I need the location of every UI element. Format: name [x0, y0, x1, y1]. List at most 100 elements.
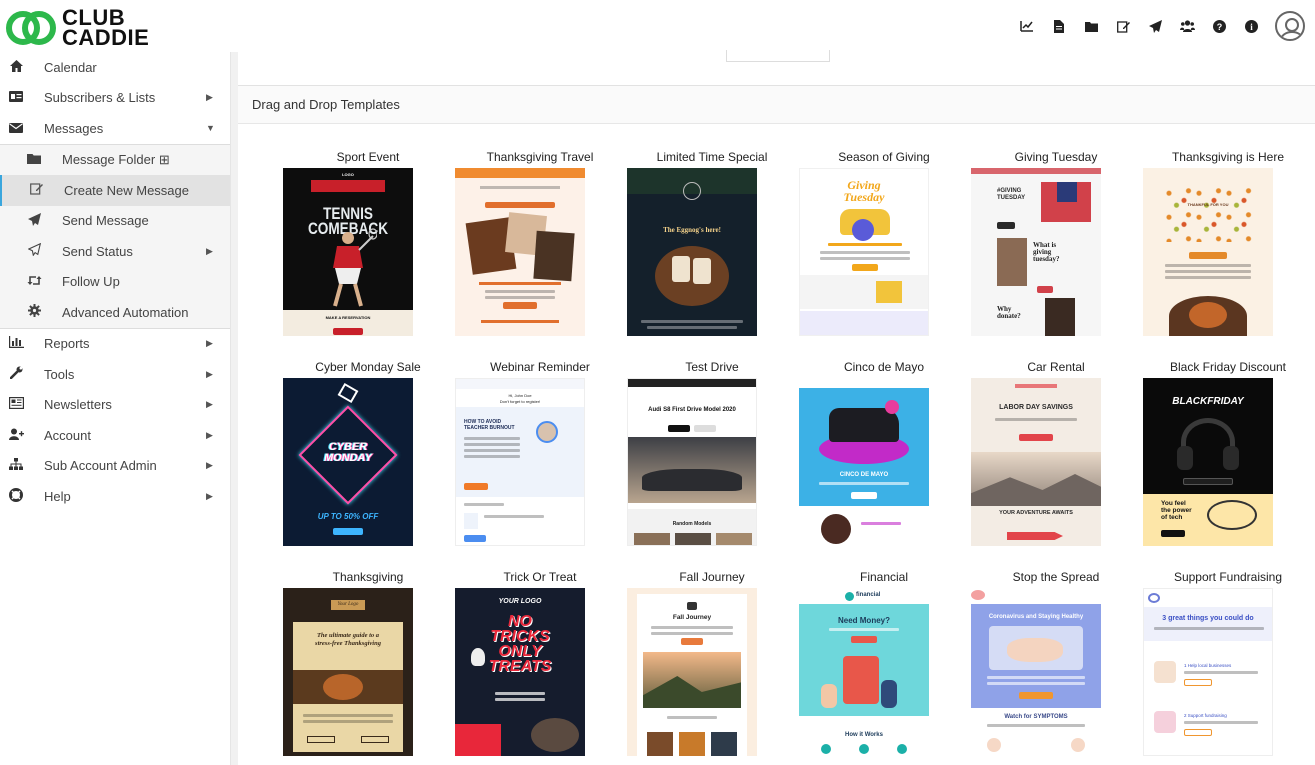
template-title: Webinar Reminder [490, 360, 590, 374]
template-title: Cyber Monday Sale [315, 360, 421, 374]
wrench-icon [8, 366, 24, 382]
send-outline-icon [26, 242, 42, 259]
template-title: Cinco de Mayo [843, 360, 925, 374]
template-thumbnail: financial Need Money? How it Works [799, 588, 929, 756]
chevron-right-icon: ▶ [206, 338, 213, 349]
thumb-subheading: How it Works [845, 732, 883, 738]
sidebar-item-follow-up[interactable]: Follow Up [0, 267, 230, 298]
send-icon[interactable] [1139, 12, 1171, 40]
users-icon[interactable] [1171, 12, 1203, 40]
template-thumbnail: The Eggnog's here! [627, 168, 757, 336]
thumb-subheading: UP TO 50% OFF [317, 512, 379, 521]
chart-icon[interactable] [1011, 12, 1043, 40]
template-card-cyber-monday-sale[interactable]: Cyber Monday Sale CYBER MONDAY UP TO 50%… [282, 358, 454, 554]
template-card-thanksgiving[interactable]: Thanksgiving Your Logo The ultimate guid… [282, 568, 454, 764]
sidebar-item-label: Tools [44, 366, 75, 382]
help-icon[interactable]: ? [1203, 12, 1235, 40]
sidebar-item-messages[interactable]: Messages ▼ [0, 113, 230, 144]
template-card-support-fundraising[interactable]: Support Fundraising 3 great things you c… [1142, 568, 1314, 764]
chevron-right-icon: ▶ [206, 460, 213, 471]
sidebar-item-label: Follow Up [62, 274, 120, 290]
template-grid: Sport Event LOGO TENNIS COMEBACK MAKE A … [282, 148, 1315, 764]
chevron-right-icon: ▶ [206, 368, 213, 379]
thumb-subheading: Watch for SYMPTOMS [1004, 714, 1068, 720]
template-title: Thanksgiving Travel [486, 150, 594, 164]
template-card-fall-journey[interactable]: Fall Journey Fall Journey [626, 568, 798, 764]
template-card-test-drive[interactable]: Test Drive Audi S8 First Drive Model 202… [626, 358, 798, 554]
template-card-giving-tuesday[interactable]: Giving Tuesday #GIVING TUESDAY What is g… [970, 148, 1142, 344]
sidebar-item-message-folder[interactable]: Message Folder ⊞ [0, 145, 230, 176]
logo-rings-icon [6, 11, 56, 45]
sidebar-item-reports[interactable]: Reports ▶ [0, 329, 230, 360]
sidebar-item-label: Message Folder ⊞ [62, 151, 170, 167]
sidebar-item-label: Messages [44, 120, 104, 136]
chevron-right-icon: ▶ [206, 490, 213, 501]
template-thumbnail: Fall Journey [627, 588, 757, 756]
template-card-season-of-giving[interactable]: Season of Giving Giving Tuesday [798, 148, 970, 344]
folder-icon[interactable] [1075, 12, 1107, 40]
template-title: Season of Giving [838, 150, 930, 164]
user-avatar[interactable] [1275, 11, 1305, 41]
top-header: CLUB CADDIE ? i [0, 0, 1315, 52]
sidebar-item-newsletters[interactable]: Newsletters ▶ [0, 390, 230, 421]
template-card-thanksgiving-travel[interactable]: Thanksgiving Travel [454, 148, 626, 344]
template-card-black-friday-discount[interactable]: Black Friday Discount BLACKFRIDAY You fe… [1142, 358, 1314, 554]
main-content: Drag and Drop Templates Sport Event LOGO… [238, 50, 1315, 765]
template-card-webinar-reminder[interactable]: Webinar Reminder Hi, John Doe Don't forg… [454, 358, 626, 554]
thumb-logo: Your Logo [331, 600, 365, 610]
thumb-headline: BLACKFRIDAY [1172, 396, 1244, 407]
template-card-car-rental[interactable]: Car Rental LABOR DAY SAVINGS YOUR ADVENT… [970, 358, 1142, 554]
template-thumbnail: LABOR DAY SAVINGS YOUR ADVENTURE AWAITS [971, 378, 1101, 546]
template-thumbnail: Giving Tuesday [799, 168, 929, 336]
template-card-sport-event[interactable]: Sport Event LOGO TENNIS COMEBACK MAKE A … [282, 148, 454, 344]
header-toolbar: ? i [1011, 0, 1315, 52]
template-card-cinco-de-mayo[interactable]: Cinco de Mayo CINCO DE MAYO [798, 358, 970, 554]
sidebar-item-account[interactable]: Account ▶ [0, 420, 230, 451]
chevron-right-icon: ▶ [206, 399, 213, 410]
template-card-thanksgiving-is-here[interactable]: Thanksgiving is Here THANKFUL FOR YOU [1142, 148, 1314, 344]
svg-text:?: ? [1216, 22, 1222, 32]
sidebar-item-send-status[interactable]: Send Status ▶ [0, 236, 230, 267]
template-card-limited-time-special[interactable]: Limited Time Special The Eggnog's here! [626, 148, 798, 344]
club-caddie-logo[interactable]: CLUB CADDIE [6, 6, 156, 50]
life-ring-icon [8, 487, 24, 505]
template-card-stop-the-spread[interactable]: Stop the Spread Coronavirus and Staying … [970, 568, 1142, 764]
sidebar-item-calendar[interactable]: Calendar [0, 52, 230, 83]
partial-button[interactable] [726, 50, 830, 62]
template-card-financial[interactable]: Financial financial Need Money? How it W… [798, 568, 970, 764]
template-title: Giving Tuesday [1014, 150, 1098, 164]
thumb-subheading: Why donate? [997, 305, 1021, 320]
template-thumbnail: THANKFUL FOR YOU [1143, 168, 1273, 336]
sidebar-item-send-message[interactable]: Send Message [0, 206, 230, 237]
envelope-icon [8, 121, 24, 136]
sidebar-item-tools[interactable]: Tools ▶ [0, 359, 230, 390]
thumb-greeting: Hi, John Doe Don't forget to register! [499, 393, 541, 404]
template-title: Test Drive [685, 360, 739, 374]
sidebar-item-label: Newsletters [44, 397, 112, 413]
sidebar-item-label: Advanced Automation [62, 304, 189, 320]
sidebar-scrollbar[interactable] [230, 52, 238, 765]
sidebar-item-label: Sub Account Admin [44, 458, 157, 474]
sidebar-item-help[interactable]: Help ▶ [0, 481, 230, 512]
toolbar-strip [238, 50, 1315, 86]
info-icon[interactable]: i [1235, 12, 1267, 40]
sidebar-item-advanced-automation[interactable]: Advanced Automation [0, 297, 230, 328]
sidebar-item-subscribers[interactable]: Subscribers & Lists ▶ [0, 83, 230, 114]
messages-submenu: Message Folder ⊞ Create New Message Send… [0, 143, 230, 329]
sidebar-item-sub-account-admin[interactable]: Sub Account Admin ▶ [0, 451, 230, 482]
sidebar-item-label: Send Status [62, 243, 133, 259]
template-thumbnail: Your Logo The ultimate guide to a stress… [283, 588, 413, 756]
thumb-headline: CINCO DE MAYO [839, 472, 889, 478]
edit-icon[interactable] [1107, 12, 1139, 40]
bar-chart-icon [8, 336, 24, 351]
template-card-trick-or-treat[interactable]: Trick Or Treat YOUR LOGO NO TRICKS ONLY … [454, 568, 626, 764]
template-thumbnail: 3 great things you could do 1 Help local… [1143, 588, 1273, 756]
thumb-logo: financial [856, 592, 881, 598]
sidebar-item-create-new-message[interactable]: Create New Message [0, 175, 230, 206]
document-icon[interactable] [1043, 12, 1075, 40]
logo-text-caddie: CADDIE [62, 25, 150, 50]
thumb-cta: MAKE A RESERVATION [325, 315, 371, 320]
sidebar-item-label: Reports [44, 336, 90, 352]
thumb-subheading: Random Models [672, 521, 712, 527]
template-title: Thanksgiving [332, 570, 404, 584]
